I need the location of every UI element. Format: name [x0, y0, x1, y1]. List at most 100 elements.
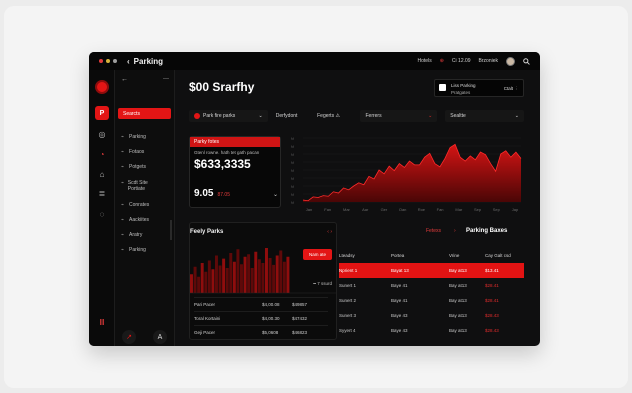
tab-parking-baxes[interactable]: Parking Baxes	[466, 228, 507, 234]
chart-badge-button[interactable]: Nam ate	[302, 249, 332, 260]
column-header[interactable]: Cay Galt csd	[485, 253, 524, 258]
bar[interactable]	[232, 261, 236, 293]
table-row[interactable]: Sunert 2 Baye 41 Bay at13 $28.41	[339, 293, 524, 308]
cell: Baye 43	[391, 313, 408, 318]
feely-parks-arrows[interactable]: ‹ ›	[327, 229, 332, 235]
window-dot[interactable]	[113, 59, 117, 63]
avatar[interactable]	[506, 56, 515, 66]
app-window: ‹ Parking Hotels ⊕ Ci 12.09 Brzoniek P ◎…	[89, 52, 540, 346]
table-row[interactable]: Pari Pacer $4,00.08 $49857	[194, 297, 328, 311]
bar[interactable]	[215, 255, 218, 294]
bar[interactable]	[193, 266, 197, 293]
stats-card-value-row: 9.05 87.05 ⌄	[194, 188, 278, 199]
alert-icon[interactable]: ⊕	[440, 58, 444, 64]
column-header[interactable]: Lteadsy	[339, 253, 391, 258]
x-tick-label: Mar	[455, 207, 463, 212]
share-icon[interactable]: ↗	[122, 330, 136, 344]
y-tick-label: ω	[291, 160, 294, 165]
sidebar-item[interactable]: ⌁ Aratry	[121, 232, 142, 238]
tab-fetexs[interactable]: Fetexs	[426, 228, 441, 234]
filter-derfydont[interactable]: Derfydont	[276, 110, 309, 122]
window-dot[interactable]	[106, 59, 110, 63]
sidebar-item[interactable]: ⌁ Parking	[121, 134, 146, 140]
bar[interactable]	[247, 254, 251, 293]
bar[interactable]	[282, 261, 286, 293]
sidebar-item[interactable]: ⌁ Conrates	[121, 202, 149, 208]
bar[interactable]	[286, 256, 290, 293]
sidebar-item[interactable]: ⌁ Potgets	[121, 164, 146, 170]
bar[interactable]	[268, 258, 272, 293]
sidebar-scrollbar[interactable]	[170, 220, 172, 240]
back-arrow-icon[interactable]: ←	[121, 76, 128, 83]
table-row[interactable]: Sunert 3 Baye 43 Bay at13 $28.43	[339, 308, 524, 323]
filter-fegerts[interactable]: Fegerts ⚠	[317, 110, 352, 122]
filter-sealtte[interactable]: Sealtte ⌄	[445, 110, 524, 122]
sidebar-item[interactable]: ⌁ Scdt Site Portiate	[121, 180, 157, 192]
bar[interactable]	[243, 256, 247, 293]
stats-card: Parky fotes Gtenl rowne. hath tet gath p…	[189, 136, 281, 208]
x-tick-label: Sep	[474, 207, 482, 212]
notice-card[interactable]: Liss Parking Pratgates Ctalt ⋮	[434, 79, 524, 97]
back-icon[interactable]: ‹	[127, 57, 130, 66]
top-user-name[interactable]: Brzoniek	[479, 58, 498, 64]
clock-icon[interactable]: ◔	[96, 148, 108, 160]
bar[interactable]	[275, 255, 279, 294]
bar[interactable]	[240, 264, 243, 293]
table-row[interactable]: Toral Kortaini $4,00.30 $47432	[194, 311, 328, 325]
bar[interactable]	[261, 263, 265, 293]
bar[interactable]	[225, 268, 229, 293]
sidebar-item[interactable]: ⌁ Parking	[121, 247, 146, 253]
rail-item-parking[interactable]: P	[95, 106, 109, 120]
nav-icon: ⌁	[121, 247, 125, 253]
bar[interactable]	[218, 265, 222, 294]
collapse-icon[interactable]: —	[163, 76, 169, 82]
table-row[interactable]: Sunert 1 Baye 41 Bay at13 $28.41	[339, 278, 524, 293]
bar[interactable]	[279, 250, 283, 294]
bar[interactable]	[254, 251, 258, 293]
chevron-down-icon[interactable]: ⌄	[273, 191, 278, 198]
refresh-icon[interactable]: ◌	[96, 208, 108, 220]
stats-icon[interactable]: Ⅲ	[96, 316, 108, 328]
top-link-hotels[interactable]: Hotels	[418, 58, 432, 64]
area-series[interactable]	[303, 144, 521, 202]
target-icon[interactable]: ◎	[96, 128, 108, 140]
bar[interactable]	[200, 263, 204, 293]
sidebar-item[interactable]: ⌁ Aackiites	[121, 217, 149, 223]
sidebar-item-label: Parking	[129, 134, 146, 140]
column-header[interactable]: Vrine	[449, 253, 485, 258]
notice-action[interactable]: Ctalt	[504, 86, 513, 91]
table-row[interactable]: Geji Pacer $5,0608 $46823	[194, 325, 328, 339]
bar[interactable]	[197, 276, 201, 293]
filter-park-fire[interactable]: Park fire parks ⌄	[189, 110, 268, 122]
sidebar-item[interactable]: ⌁ Fotaos	[121, 149, 144, 155]
bar[interactable]	[190, 274, 193, 293]
row-amount: $4,00.30	[262, 316, 280, 321]
bar[interactable]	[204, 271, 208, 293]
bar[interactable]	[211, 269, 215, 293]
filter-ferrers[interactable]: Ferrers ⌄	[360, 110, 438, 122]
notice-menu-icon[interactable]: ⋮	[515, 86, 520, 92]
home-icon[interactable]: ⌂	[96, 168, 108, 180]
bar[interactable]	[272, 264, 276, 294]
bar[interactable]	[222, 258, 226, 294]
bar[interactable]	[229, 253, 233, 293]
cell: Baye 43	[391, 328, 408, 333]
brand-logo[interactable]	[95, 80, 109, 94]
filter-label: Derfydont	[275, 113, 298, 119]
column-header[interactable]: Portea	[391, 253, 449, 258]
sidebar-search-button[interactable]: Searcts	[118, 108, 171, 119]
table-row[interactable]: Syyert 4 Baye 43 Bay at13 $28.43	[339, 323, 524, 338]
search-icon[interactable]	[523, 57, 530, 65]
x-tick-label: Fan	[324, 207, 331, 212]
profile-initial-button[interactable]: A	[153, 330, 167, 344]
bar[interactable]	[250, 268, 254, 293]
table-row-selected[interactable]: Nprient 1 Bayat 13 Bay at13 $13.41	[339, 263, 524, 278]
bar[interactable]	[207, 260, 211, 294]
bar[interactable]	[265, 248, 268, 293]
list-icon[interactable]: ≣	[96, 187, 108, 199]
cell: Sunert 1	[339, 283, 357, 288]
bar[interactable]	[236, 249, 240, 293]
bar[interactable]	[257, 259, 261, 293]
nav-icon: ⌁	[121, 202, 125, 208]
window-dot[interactable]	[99, 59, 103, 63]
